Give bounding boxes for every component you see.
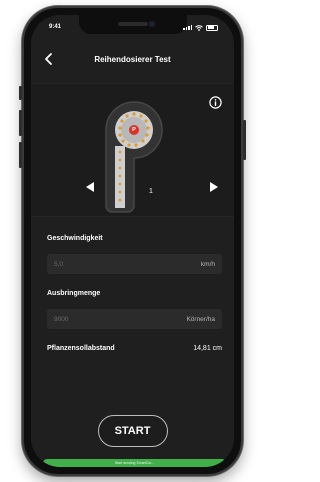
mute-switch — [19, 86, 22, 100]
speed-label: Geschwindigkeit — [47, 235, 103, 242]
header: Reihendosierer Test — [31, 48, 234, 70]
progress-bar: Start sending SmartCut... — [43, 459, 226, 467]
rate-label: Ausbringmenge — [47, 290, 101, 297]
seed-path-preview: P 1 — [31, 83, 234, 217]
plant-spacing-label: Pflanzensollabstand — [47, 345, 115, 352]
progress-text: Start sending SmartCut... — [114, 461, 155, 465]
speaker — [117, 22, 148, 26]
signal-icon — [183, 25, 192, 30]
app-screen: 9:41 Reihendosierer Test P 1 Geschwindig… — [31, 15, 234, 467]
volume-up-button — [19, 110, 22, 136]
phone-frame: 9:41 Reihendosierer Test P 1 Geschwindig… — [19, 6, 246, 476]
row-number: 1 — [149, 188, 153, 195]
arrow-left-icon[interactable] — [84, 181, 96, 193]
status-time: 9:41 — [49, 24, 62, 30]
status-icons — [183, 24, 218, 31]
arrow-right-icon[interactable] — [208, 181, 220, 193]
disc-housing — [105, 101, 163, 213]
start-button[interactable]: START — [97, 415, 168, 447]
seeding-disc-diagram — [105, 101, 163, 213]
speed-input[interactable]: 5,0 km/h — [47, 254, 222, 274]
speed-unit: km/h — [200, 260, 215, 268]
notch — [78, 15, 187, 34]
back-icon[interactable] — [42, 52, 56, 66]
marker-label: P — [132, 126, 136, 133]
rate-input[interactable]: 9000 Körner/ha — [47, 309, 222, 329]
front-camera — [148, 21, 155, 27]
volume-down-button — [19, 142, 22, 168]
rate-value: 9000 — [54, 315, 69, 323]
plant-spacing-value: 14,81 cm — [193, 345, 222, 352]
plant-spacing-row: Pflanzensollabstand 14,81 cm — [47, 345, 222, 352]
wifi-icon — [195, 24, 203, 31]
page-title: Reihendosierer Test — [94, 54, 171, 64]
speed-value: 5,0 — [54, 260, 64, 268]
battery-icon — [206, 24, 218, 31]
rate-unit: Körner/ha — [186, 315, 215, 323]
power-button — [243, 120, 246, 160]
